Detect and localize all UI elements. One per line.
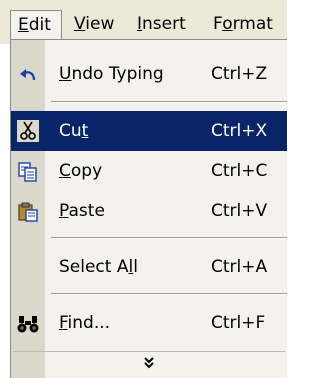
paste-rest: aste [68, 201, 105, 221]
menu-format-mnemonic: o [222, 14, 233, 34]
edit-dropdown-menu: Undo Typing Ctrl+Z Cut Ctrl+X Copy Ctrl+… [10, 39, 287, 378]
menu-format-rest: rmat [232, 14, 273, 34]
select-all-pre: Select A [59, 257, 129, 277]
cut-mnemonic: t [81, 121, 89, 141]
cut-shortcut: Ctrl+X [211, 121, 268, 141]
paste-shortcut: Ctrl+V [211, 201, 268, 221]
copy-rest: opy [70, 161, 103, 181]
menu-item-undo-typing[interactable]: Undo Typing Ctrl+Z [11, 54, 287, 94]
find-shortcut: Ctrl+F [211, 313, 266, 333]
copy-shortcut: Ctrl+C [211, 161, 268, 181]
select-all-label: Select All [59, 247, 138, 287]
undo-icon [17, 64, 39, 86]
menu-edit-mnemonic: E [18, 15, 29, 35]
copy-mnemonic: C [59, 161, 71, 181]
find-rest: ind... [67, 313, 111, 333]
copy-label: Copy [59, 151, 102, 191]
copy-icon [17, 161, 39, 183]
menu-bar: Edit View Insert Format [0, 0, 287, 44]
select-all-rest: l [133, 257, 138, 277]
cut-label: Cut [59, 111, 88, 151]
menu-item-find[interactable]: Find... Ctrl+F [11, 303, 287, 343]
menu-format-pre: F [213, 14, 223, 34]
binoculars-icon [17, 313, 39, 335]
double-chevron-down-icon [143, 355, 155, 375]
menu-insert[interactable]: Insert [137, 10, 186, 40]
select-all-shortcut: Ctrl+A [211, 257, 268, 277]
menu-item-select-all[interactable]: Select All Ctrl+A [11, 247, 287, 287]
menu-view-mnemonic: V [74, 14, 86, 34]
menu-separator [51, 237, 287, 239]
menu-insert-rest: nsert [142, 14, 186, 34]
menu-edit[interactable]: Edit [10, 10, 62, 40]
menu-edit-rest: dit [28, 15, 51, 35]
find-label: Find... [59, 303, 110, 343]
clipboard-icon [17, 201, 39, 223]
menu-format[interactable]: Format [213, 10, 273, 40]
menu-separator [51, 101, 287, 103]
menu-item-copy[interactable]: Copy Ctrl+C [11, 151, 287, 191]
menu-separator [51, 293, 287, 295]
cut-pre: Cu [59, 121, 82, 141]
menu-item-paste[interactable]: Paste Ctrl+V [11, 191, 287, 231]
find-mnemonic: F [59, 313, 68, 333]
undo-typing-rest: ndo Typing [71, 64, 164, 84]
scissors-icon [16, 119, 40, 143]
menu-item-cut[interactable]: Cut Ctrl+X [11, 111, 287, 151]
undo-typing-label: Undo Typing [59, 54, 164, 94]
undo-typing-shortcut: Ctrl+Z [211, 64, 268, 84]
menu-view[interactable]: View [74, 10, 114, 40]
paste-mnemonic: P [59, 201, 69, 221]
menu-view-rest: iew [85, 14, 115, 34]
paste-label: Paste [59, 191, 105, 231]
expand-menu-button[interactable] [13, 351, 285, 374]
undo-typing-mnemonic: U [59, 64, 72, 84]
